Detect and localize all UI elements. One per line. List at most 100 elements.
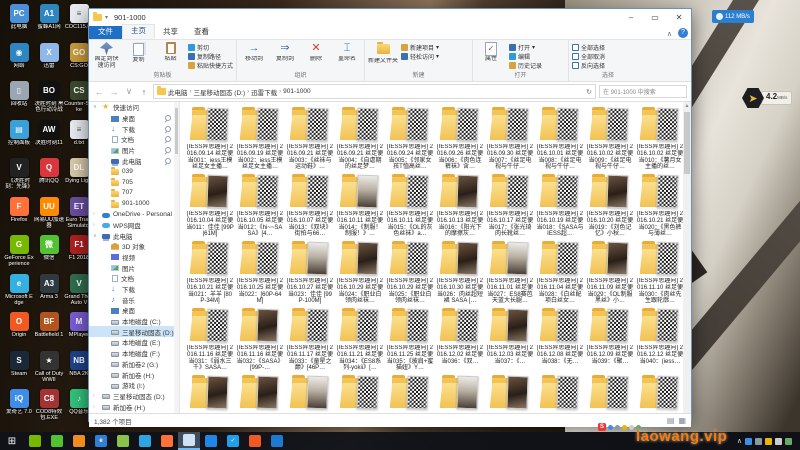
file-item-4[interactable]: [IESS异思趣向] 2016.09.21 丝足便当004：《自虐期的丝足梦…	[336, 106, 384, 171]
search-input[interactable]: 在 901-1000 中搜索	[599, 85, 687, 98]
sidebar-item-18[interactable]: 下载	[89, 284, 179, 295]
desktop-icon-26[interactable]: BF Battlefield 1	[34, 312, 64, 338]
forward-button[interactable]: →	[108, 87, 120, 97]
file-item-44[interactable]	[336, 374, 384, 412]
breadcrumb-crumb[interactable]: 此电脑	[168, 87, 188, 97]
edit-button[interactable]: 编辑	[509, 52, 542, 61]
tray-icon-1[interactable]	[745, 437, 752, 445]
taskbar-app-explorer[interactable]	[178, 432, 200, 450]
desktop-icon-31[interactable]: iQ 爱奇艺 7.0	[4, 389, 34, 415]
breadcrumb[interactable]: 此电脑 › 三星移动固态 (D:) › 迅雷下载 › 901-1000 ↻	[153, 84, 596, 99]
sidebar-item-25[interactable]: 新加卷2 (G:)	[89, 359, 179, 370]
select-none-button[interactable]: 全部取消	[572, 52, 605, 61]
desktop-icon-23[interactable]: A3 Arma 3	[34, 273, 64, 300]
file-item-17[interactable]: [IESS异思趣向] 2016.10.17 丝足便当017：《张光琦肉长靴丝…	[486, 173, 534, 238]
desktop-icon-14[interactable]: Q 腾讯QQ	[34, 158, 64, 184]
recent-locations-icon[interactable]: ∨	[123, 86, 135, 97]
desktop-icon-22[interactable]: e Microsoft Edge	[4, 273, 34, 306]
desktop-icon-2[interactable]: A1 蜜蜂A1网	[34, 4, 64, 30]
file-item-10[interactable]: [IESS异思趣向] 2016.10.02 丝足便当010：《薯月女主播的丝…	[636, 106, 684, 171]
scrollbar-thumb[interactable]	[684, 112, 690, 174]
collapse-ribbon-icon[interactable]: ∧	[667, 30, 672, 38]
tray-icon-2[interactable]	[755, 437, 762, 445]
sidebar-item-4[interactable]: 文档	[89, 134, 179, 145]
file-item-31[interactable]: [IESS异思趣向] 2016.11.16 丝足便当031：《弱水三千》SASA…	[186, 307, 234, 372]
sidebar-item-23[interactable]: 本地磁盘 (E:)	[89, 337, 179, 348]
pin-quick-access-button[interactable]: 固定到快速访问	[92, 42, 121, 71]
file-item-43[interactable]	[286, 374, 334, 412]
desktop-icon-10[interactable]: ▤ 控制面板	[4, 119, 34, 146]
sidebar-item-29[interactable]: › 新加卷 (H:)	[89, 401, 179, 412]
file-item-23[interactable]: [IESS异思趣向] 2016.10.27 丝足便当023：佳佳 [99P-10…	[286, 240, 334, 305]
sidebar-item-1[interactable]: ∨ 快速访问	[89, 102, 179, 113]
file-item-49[interactable]	[586, 374, 634, 412]
taskbar-app-geforce[interactable]	[24, 432, 46, 450]
desktop-icon-13[interactable]: V 《决胜时刻：先锋》	[4, 158, 34, 190]
expand-arrow-icon[interactable]: ∨	[93, 104, 99, 110]
file-item-48[interactable]	[536, 374, 584, 412]
sidebar-item-2[interactable]: 桌面	[89, 113, 179, 124]
tab-home[interactable]: 主页	[122, 24, 155, 39]
file-item-13[interactable]: [IESS异思趣向] 2016.10.07 丝足便当013：《双块》街拍与66…	[286, 173, 334, 238]
desktop-icon-20[interactable]: 微微信	[34, 235, 64, 261]
copy-button[interactable]: 复制	[124, 42, 153, 71]
cut-button[interactable]: 剪切	[188, 43, 233, 52]
file-item-1[interactable]: [IESS异思趣向] 2016.09.14 丝足便当001：iess王模丝足女主…	[186, 106, 234, 171]
sidebar-item-8[interactable]: 705	[89, 177, 179, 188]
file-item-18[interactable]: [IESS异思趣向] 2016.10.19 丝足便当018：《SASA与IESS…	[536, 173, 584, 238]
file-item-9[interactable]: [IESS异思趣向] 2016.10.02 丝足便当009：《丝足电视与牛仔…	[586, 106, 634, 171]
sidebar-item-21[interactable]: 本地磁盘 (C:)	[89, 316, 179, 327]
open-button[interactable]: 打开 ▾	[509, 43, 542, 52]
close-button[interactable]: ✕	[667, 9, 691, 26]
file-item-6[interactable]: [IESS异思趣向] 2016.09.26 丝足便当006：《肉色连裤袜》含…	[436, 106, 484, 171]
desktop-icon-7[interactable]: ▯ 回收站	[4, 81, 34, 107]
desktop-icon-5[interactable]: X 迅雷	[34, 42, 64, 69]
expand-arrow-icon[interactable]: ›	[93, 222, 99, 228]
sidebar-item-22[interactable]: 三星移动固态 (D:)	[89, 326, 179, 338]
sidebar-item-6[interactable]: 此电脑	[89, 155, 179, 166]
sidebar-item-19[interactable]: 音乐	[89, 294, 179, 305]
desktop-icon-8[interactable]: BO 决胜时刻 黑色行动冷战	[34, 81, 64, 113]
invert-selection-button[interactable]: 反向选择	[572, 61, 605, 70]
select-all-button[interactable]: 全部选择	[572, 43, 605, 52]
easy-access-button[interactable]: 轻松访问 ▾	[401, 52, 439, 61]
file-item-35[interactable]: [IESS异思趣向] 2016.11.25 丝足便当035：《披肩+蜜猫妞》Y…	[386, 307, 434, 372]
expand-arrow-icon[interactable]: ∨	[93, 233, 99, 239]
file-item-50[interactable]	[636, 374, 684, 412]
start-button[interactable]: ⊞	[0, 436, 24, 447]
desktop-icon-4[interactable]: ◉ 网络	[4, 42, 34, 69]
file-item-11[interactable]: [IESS异思趣向] 2016.10.04 丝足便当011：佳佳 [99P|61…	[186, 173, 234, 238]
desktop-icon-19[interactable]: G GeForce Experience	[4, 235, 34, 267]
file-item-27[interactable]: [IESS异思趣向] 2016.11.01 丝足便当027：ES8赛芭天蓝大长腿…	[486, 240, 534, 305]
file-item-25[interactable]: [IESS异思趣向] 2016.10.29 丝足便当025：《职业白领肉丝袜…	[386, 240, 434, 305]
expand-arrow-icon[interactable]: ›	[93, 404, 99, 410]
file-item-14[interactable]: [IESS异思趣向] 2016.10.11 丝足便当014：《制服！制服！》…	[336, 173, 384, 238]
file-item-47[interactable]	[486, 374, 534, 412]
sidebar-item-26[interactable]: 新加卷 (H:)	[89, 369, 179, 380]
move-to-button[interactable]: → 移动到	[240, 42, 268, 71]
maximize-button[interactable]: ▭	[643, 9, 667, 26]
taskbar-app-thunder[interactable]	[200, 432, 222, 450]
delete-button[interactable]: ✕ 删除	[302, 42, 330, 71]
sidebar-item-28[interactable]: › 三星移动固态 (D:)	[89, 391, 179, 402]
file-item-19[interactable]: [IESS异思趣向] 2016.10.20 丝足便当019：《刘色记忆》小秋…	[586, 173, 634, 238]
taskbar-app-firefox[interactable]	[156, 432, 178, 450]
new-folder-button[interactable]: 新建文件夹	[368, 42, 398, 71]
file-item-7[interactable]: [IESS异思趣向] 2016.09.30 丝足便当007：《丝足电视与牛仔…	[486, 106, 534, 171]
breadcrumb-crumb[interactable]: 迅雷下载	[251, 87, 277, 97]
tray-icon-4[interactable]	[775, 437, 782, 445]
minimize-button[interactable]: –	[619, 9, 643, 26]
taskbar-app-app-orange[interactable]	[68, 432, 90, 450]
back-button[interactable]: ←	[93, 87, 105, 97]
sidebar-item-7[interactable]: 039	[89, 166, 179, 177]
file-item-37[interactable]: [IESS异思趣向] 2016.12.03 丝足便当037：《…	[486, 307, 534, 365]
desktop-icon-32[interactable]: C8 COD8特效包.EXE	[34, 389, 64, 421]
copy-to-button[interactable]: ⇒ 复制到	[271, 42, 299, 71]
tray-icon-3[interactable]	[765, 437, 772, 445]
taskbar-app-meeting-check[interactable]: ✓	[222, 432, 244, 450]
file-item-3[interactable]: [IESS异思趣向] 2016.09.21 丝足便当003：《丝袜与运动鞋》…	[286, 106, 334, 171]
taskbar-app-clock-app[interactable]	[266, 432, 288, 450]
sidebar-item-9[interactable]: 707	[89, 188, 179, 199]
file-item-36[interactable]: [IESS异思趣向] 2016.12.02 丝足便当036：《双…	[436, 307, 484, 365]
sidebar-scrollbar[interactable]	[174, 102, 179, 413]
